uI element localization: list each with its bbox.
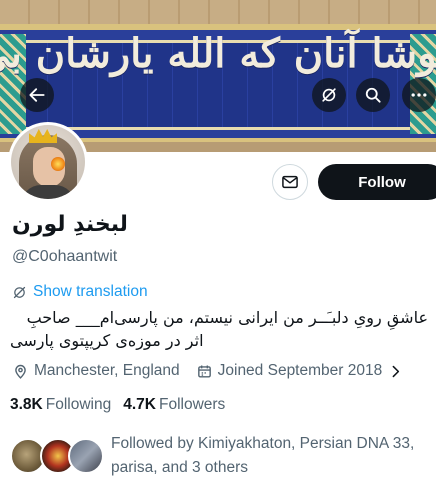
display-name: لبخندِ لورن — [12, 212, 128, 237]
profile-meta: Manchester, England Joined September 201… — [12, 362, 420, 380]
arrow-left-icon — [29, 88, 45, 102]
followers-link[interactable]: 4.7K Followers — [123, 396, 225, 414]
following-label: Following — [45, 396, 112, 413]
bio-line-2: اثر در موزه‌ی کریپتوی پارسی — [10, 331, 204, 350]
show-translation-link[interactable]: Show translation — [12, 283, 148, 301]
following-count: 3.8K — [10, 396, 43, 413]
joined-item: Joined September 2018 — [196, 362, 405, 380]
avatar[interactable] — [8, 122, 88, 202]
location-text: Manchester, England — [34, 362, 180, 379]
search-icon — [365, 87, 381, 103]
location-item: Manchester, England — [12, 362, 180, 380]
follow-button[interactable]: Follow — [318, 164, 436, 200]
followed-by-row[interactable]: Followed by Kimiyakhaton, Persian DNA 33… — [10, 432, 430, 482]
grok-button[interactable] — [312, 78, 346, 112]
joined-text: Joined September 2018 — [217, 362, 383, 379]
avatar-eye-glow — [51, 157, 65, 171]
avatar-image — [11, 125, 85, 199]
followed-by-text: Followed by Kimiyakhaton, Persian DNA 33… — [111, 435, 415, 476]
search-button[interactable] — [356, 78, 390, 112]
follower-avatar — [68, 438, 104, 474]
bio-line-1: عاشقِ رویِ دلبـَــر من ایرانی نیستم، من … — [26, 308, 428, 327]
follow-stats: 3.8K Following 4.7K Followers — [10, 396, 225, 414]
grok-icon — [322, 88, 336, 102]
chevron-right-icon[interactable] — [387, 363, 404, 380]
message-button[interactable] — [272, 164, 308, 200]
followers-label: Followers — [158, 396, 226, 413]
profile-bio: عاشقِ رویِ دلبـَــر من ایرانی نیستم، من … — [10, 306, 428, 352]
envelope-icon — [282, 175, 298, 189]
user-handle: @C0ohaantwit — [12, 248, 118, 265]
show-translation-label: Show translation — [33, 283, 148, 300]
location-pin-icon — [15, 364, 26, 379]
more-button[interactable] — [402, 78, 436, 112]
following-link[interactable]: 3.8K Following — [10, 396, 111, 414]
calendar-icon — [197, 364, 211, 378]
globe-slash-icon — [13, 286, 26, 298]
back-button[interactable] — [20, 78, 54, 112]
followed-by-avatars — [10, 438, 106, 474]
more-horizontal-icon — [411, 93, 427, 97]
followers-count: 4.7K — [123, 396, 156, 413]
